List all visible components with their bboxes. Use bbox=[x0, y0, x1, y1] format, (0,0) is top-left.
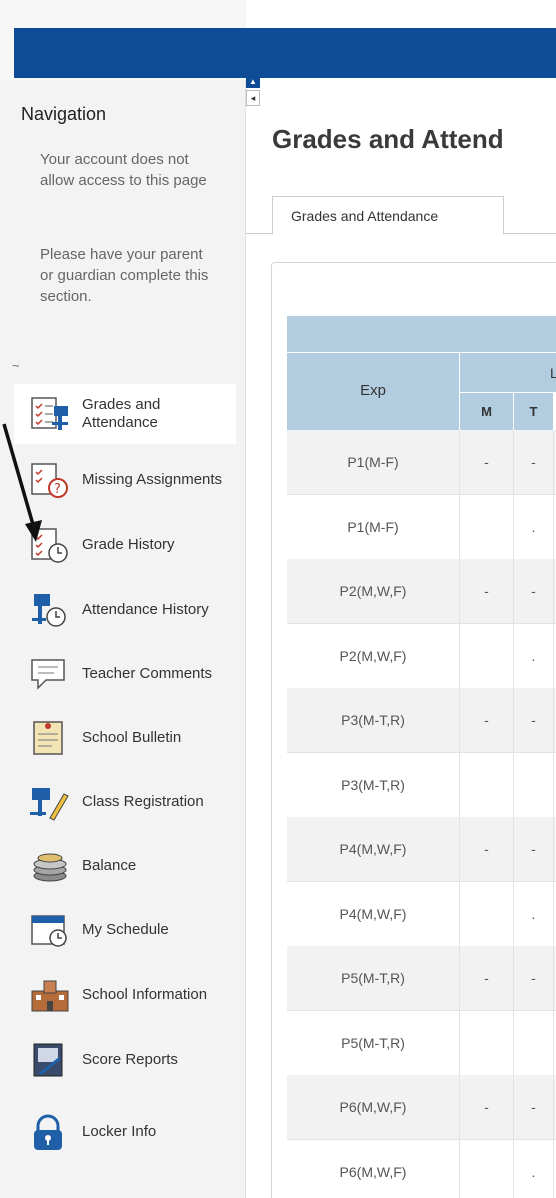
top-banner bbox=[14, 28, 556, 78]
sidebar-collapse-toggle[interactable]: ▲ ◂ bbox=[246, 76, 260, 110]
cell-tuesday: - bbox=[514, 430, 554, 494]
svg-text:?: ? bbox=[54, 482, 61, 497]
cell-exp: P1(M-F) bbox=[287, 494, 460, 559]
cell-tuesday: - bbox=[514, 1075, 554, 1139]
score-report-icon bbox=[33, 1043, 63, 1077]
cell-monday bbox=[460, 752, 514, 817]
annotation-arrow bbox=[2, 423, 42, 542]
sidebar-item-label: School Bulletin bbox=[82, 729, 182, 746]
sidebar-item-label: Attendance History bbox=[82, 601, 209, 618]
cell-tuesday bbox=[514, 752, 554, 817]
cell-monday bbox=[460, 881, 514, 946]
collapse-up-icon[interactable]: ▲ bbox=[246, 76, 260, 88]
guardian-message: Please have your parent or guardian comp… bbox=[40, 246, 209, 305]
sidebar-item-label: Score Reports bbox=[82, 1051, 178, 1068]
coins-icon bbox=[33, 853, 67, 882]
table-row: P4(M,W,F) - - bbox=[287, 817, 556, 882]
cell-tuesday: . bbox=[514, 494, 554, 559]
sidebar-item-label: My Schedule bbox=[82, 921, 169, 938]
sidebar-item-balance[interactable]: Balance bbox=[14, 836, 236, 896]
cell-exp: P2(M,W,F) bbox=[287, 623, 460, 688]
column-header-m: M bbox=[460, 392, 514, 430]
table-row: P2(M,W,F). bbox=[287, 623, 556, 689]
sidebar-item-locker-info[interactable]: Locker Info bbox=[14, 1102, 236, 1162]
sidebar-item-label: Locker Info bbox=[82, 1123, 157, 1140]
cell-monday bbox=[460, 494, 514, 559]
cell-exp: P3(M-T,R) bbox=[287, 688, 460, 752]
cell-tuesday: - bbox=[514, 688, 554, 752]
cell-tuesday: - bbox=[514, 946, 554, 1010]
cell-monday bbox=[460, 1010, 514, 1075]
table-row: P6(M,W,F) - - bbox=[287, 1075, 556, 1140]
column-header-exp: Exp bbox=[287, 352, 460, 430]
cell-monday: - bbox=[460, 1075, 514, 1139]
cell-exp: P6(M,W,F) bbox=[287, 1139, 460, 1198]
collapse-left-icon[interactable]: ◂ bbox=[246, 90, 260, 106]
cell-monday: - bbox=[460, 817, 514, 881]
cell-tuesday: - bbox=[514, 817, 554, 881]
cell-exp: P6(M,W,F) bbox=[287, 1075, 460, 1139]
page-title: Grades and Attend bbox=[272, 124, 504, 154]
speech-bubble-icon bbox=[31, 659, 65, 690]
lock-icon bbox=[34, 1114, 62, 1150]
cell-monday bbox=[460, 623, 514, 688]
tab-grades-and-attendance[interactable]: Grades and Attendance bbox=[272, 196, 504, 235]
sidebar-item-school-bulletin[interactable]: School Bulletin bbox=[14, 708, 236, 768]
sidebar-item-score-reports[interactable]: Score Reports bbox=[14, 1030, 236, 1090]
tilde-mark: ~ bbox=[12, 358, 20, 373]
school-building-icon bbox=[31, 980, 69, 1012]
cell-exp: P4(M,W,F) bbox=[287, 817, 460, 881]
table-row: P2(M,W,F) - - bbox=[287, 559, 556, 624]
table-row: P6(M,W,F). bbox=[287, 1139, 556, 1198]
sidebar-item-teacher-comments[interactable]: Teacher Comments bbox=[14, 644, 236, 704]
cell-tuesday: - bbox=[514, 559, 554, 623]
attendance-history-icon bbox=[32, 594, 66, 627]
table-row: P1(M-F) - - bbox=[287, 430, 556, 495]
navigation-title: Navigation bbox=[21, 104, 107, 124]
cell-exp: P3(M-T,R) bbox=[287, 752, 460, 817]
table-row: P3(M-T,R) bbox=[287, 752, 556, 818]
cell-tuesday: . bbox=[514, 881, 554, 946]
column-header-t: T bbox=[514, 392, 554, 430]
sidebar-item-label: Class Registration bbox=[82, 793, 204, 810]
cell-exp: P5(M-T,R) bbox=[287, 946, 460, 1010]
cell-exp: P5(M-T,R) bbox=[287, 1010, 460, 1075]
table-row: P5(M-T,R) - - bbox=[287, 946, 556, 1011]
access-denied-message: Your account does not allow access to th… bbox=[40, 151, 207, 189]
cell-tuesday bbox=[514, 1010, 554, 1075]
schedule-icon bbox=[31, 915, 67, 947]
cell-exp: P2(M,W,F) bbox=[287, 559, 460, 623]
sidebar-item-label: Balance bbox=[82, 857, 137, 874]
sidebar-item-label: Grades and Attendance bbox=[82, 396, 161, 431]
table-header-band bbox=[287, 316, 556, 352]
sidebar-item-my-schedule[interactable]: My Schedule bbox=[14, 900, 236, 960]
cell-tuesday: . bbox=[514, 1139, 554, 1198]
cell-monday: - bbox=[460, 559, 514, 623]
table-row: P3(M-T,R) - - bbox=[287, 688, 556, 753]
sidebar-item-label: Missing Assignments bbox=[82, 471, 223, 488]
cell-tuesday: . bbox=[514, 623, 554, 688]
sidebar-item-label: Grade History bbox=[82, 536, 175, 553]
sidebar-item-attendance-history[interactable]: Attendance History bbox=[14, 580, 236, 640]
cell-monday: - bbox=[460, 946, 514, 1010]
bulletin-icon bbox=[33, 721, 63, 755]
sidebar-item-class-registration[interactable]: Class Registration bbox=[14, 772, 236, 832]
sidebar-item-label: School Information bbox=[82, 986, 208, 1003]
cell-monday bbox=[460, 1139, 514, 1198]
class-registration-icon bbox=[30, 788, 69, 821]
sidebar-item-school-information[interactable]: School Information bbox=[14, 965, 236, 1025]
table-row: P4(M,W,F). bbox=[287, 881, 556, 947]
table-row: P5(M-T,R) bbox=[287, 1010, 556, 1076]
sidebar-item-label: Teacher Comments bbox=[82, 665, 213, 682]
cell-exp: P1(M-F) bbox=[287, 430, 460, 494]
table-row: P1(M-F). bbox=[287, 494, 556, 560]
cell-monday: - bbox=[460, 688, 514, 752]
column-group-header: La bbox=[460, 352, 556, 392]
cell-exp: P4(M,W,F) bbox=[287, 881, 460, 946]
cell-monday: - bbox=[460, 430, 514, 494]
